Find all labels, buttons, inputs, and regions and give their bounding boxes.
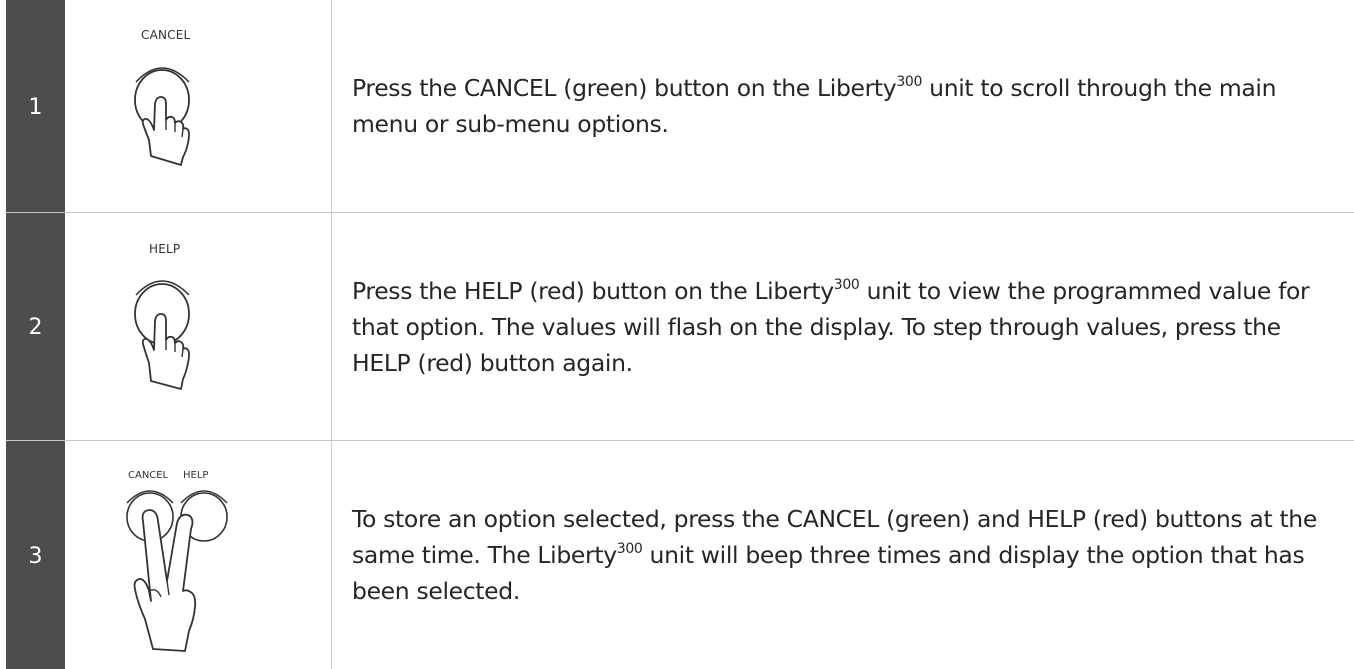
step-row-3: 3 CANCEL HELP To store an option selecte… (6, 441, 1354, 669)
step-number: 3 (6, 441, 65, 669)
step-description: Press the CANCEL (green) button on the L… (332, 0, 1354, 212)
step-description: To store an option selected, press the C… (332, 441, 1354, 669)
step-number: 1 (6, 0, 65, 212)
button-label-cancel: CANCEL (141, 28, 191, 42)
step-description: Press the HELP (red) button on the Liber… (332, 213, 1354, 440)
step-text-before: Press the CANCEL (green) button on the L… (352, 74, 897, 102)
button-label-help: HELP (149, 242, 180, 256)
single-finger-press-icon: CANCEL (134, 28, 191, 166)
step-text: To store an option selected, press the C… (352, 501, 1344, 609)
step-text-before: Press the HELP (red) button on the Liber… (352, 276, 834, 305)
step-text: Press the HELP (red) button on the Liber… (352, 273, 1344, 381)
superscript-300: 300 (833, 276, 860, 293)
step-row-2: 2 HELP Press the HELP (red) button on th… (6, 213, 1354, 441)
superscript-300: 300 (896, 74, 923, 91)
two-finger-press-icon: CANCEL HELP (126, 470, 228, 652)
button-label-cancel: CANCEL (128, 470, 169, 481)
button-label-help: HELP (183, 470, 208, 481)
single-finger-press-icon: HELP (134, 242, 190, 390)
step-illustration: CANCEL (65, 0, 332, 212)
step-illustration: CANCEL HELP (65, 441, 332, 669)
step-text: Press the CANCEL (green) button on the L… (352, 70, 1344, 142)
steps-table: 1 CANCEL Press the CANCEL (green) button… (6, 0, 1354, 669)
step-number: 2 (6, 213, 65, 440)
step-row-1: 1 CANCEL Press the CANCEL (green) button… (6, 0, 1354, 213)
superscript-300: 300 (616, 541, 643, 558)
step-illustration: HELP (65, 213, 332, 440)
